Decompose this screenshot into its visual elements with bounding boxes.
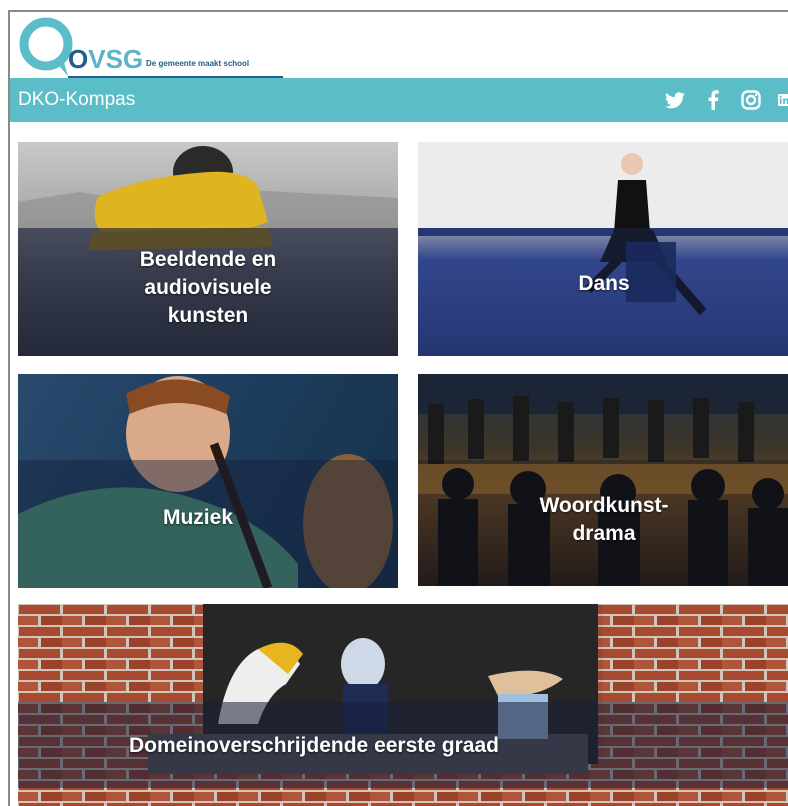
site-title[interactable]: DKO-Kompas	[18, 89, 135, 111]
tile-domeinoverschrijdende-eerste-graad[interactable]: Domeinoverschrijdende eerste graad	[18, 604, 788, 806]
social-links	[664, 88, 788, 112]
tile-dans[interactable]: Dans	[418, 142, 788, 356]
twitter-icon[interactable]	[664, 89, 686, 111]
tile-label: Muziek	[162, 506, 233, 529]
logo-tagline: De gemeente maakt school	[146, 59, 250, 68]
browser-frame: OVSG De gemeente maakt school DKO-Kompas	[8, 10, 788, 806]
tile-label: Beeldende en audiovisuele kunsten	[139, 248, 277, 327]
logo-wordmark: OVSG	[68, 44, 144, 74]
tile-label: Dans	[578, 272, 630, 295]
tile-label: Woordkunst- drama	[539, 494, 669, 545]
top-navbar: DKO-Kompas	[10, 78, 788, 122]
tile-label: Domeinoverschrijdende eerste graad	[129, 734, 499, 757]
facebook-icon[interactable]	[702, 89, 724, 111]
linkedin-icon[interactable]	[778, 89, 788, 111]
ovsg-logo[interactable]: OVSG De gemeente maakt school	[18, 16, 283, 78]
instagram-icon[interactable]	[740, 89, 762, 111]
site-header: OVSG De gemeente maakt school	[10, 12, 788, 78]
tile-beeldende-kunsten[interactable]: Beeldende en audiovisuele kunsten	[18, 142, 398, 356]
tile-muziek[interactable]: Muziek	[18, 374, 398, 588]
tile-woordkunst-drama[interactable]: Woordkunst- drama	[418, 374, 788, 586]
